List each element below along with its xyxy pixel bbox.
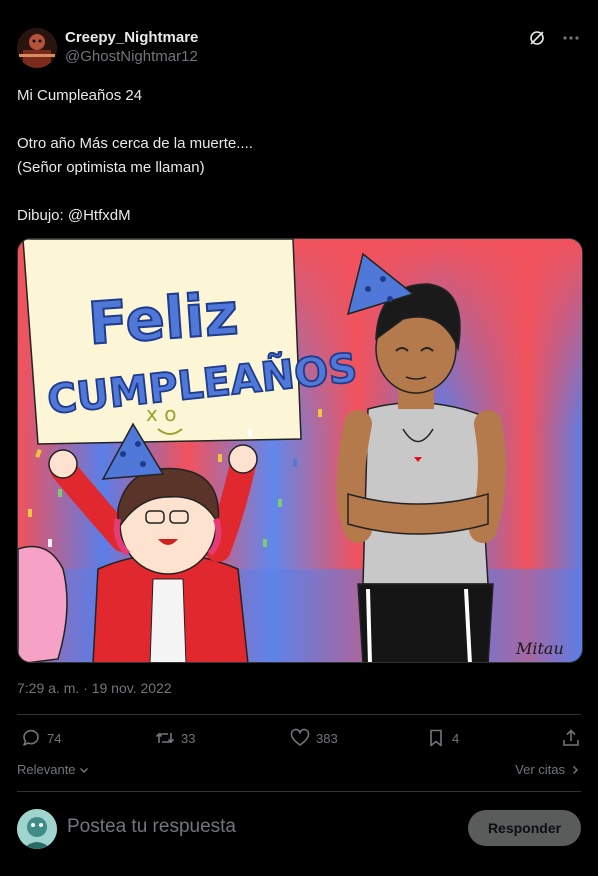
header-actions	[527, 27, 581, 49]
tweet-actions: 74 33 383 4	[17, 728, 581, 752]
like-button[interactable]: 383	[290, 728, 338, 748]
more-options-icon[interactable]	[561, 27, 581, 49]
reply-sort-row: Relevante Ver citas	[17, 762, 581, 782]
reply-composer: Postea tu respuesta Responder	[17, 808, 581, 849]
retweet-icon	[155, 732, 175, 744]
user-avatar[interactable]	[17, 809, 57, 849]
reply-icon	[23, 729, 39, 746]
banner-face: x o	[146, 402, 176, 426]
view-quotes-label: Ver citas	[515, 762, 565, 777]
retweet-count: 33	[181, 730, 196, 746]
reply-count: 74	[47, 730, 62, 746]
author-names: Creepy_Nightmare @GhostNightmar12	[65, 29, 198, 67]
tweet-media-image[interactable]: Feliz CUMPLEAÑOS x o Mitau	[17, 238, 583, 663]
birthday-drawing: Feliz CUMPLEAÑOS x o Mitau	[18, 239, 582, 662]
bookmark-button[interactable]: 4	[426, 728, 459, 748]
sort-label: Relevante	[17, 762, 76, 777]
divider	[17, 791, 581, 792]
share-icon	[563, 729, 579, 746]
divider	[17, 714, 581, 715]
author-handle[interactable]: @GhostNightmar12	[65, 47, 198, 67]
heart-icon	[290, 728, 310, 746]
bookmark-icon	[430, 729, 442, 747]
tweet-timestamp[interactable]: 7:29 a. m. · 19 nov. 2022	[17, 680, 172, 696]
chevron-right-icon	[572, 765, 579, 774]
chevron-down-icon	[79, 767, 88, 773]
tweet-text: Mi Cumpleaños 24 Otro año Más cerca de l…	[17, 87, 253, 224]
author-avatar[interactable]	[17, 28, 57, 68]
reply-submit-button[interactable]: Responder	[468, 810, 581, 846]
reply-button[interactable]: 74	[21, 728, 61, 748]
reply-input[interactable]: Postea tu respuesta	[67, 816, 236, 838]
view-quotes-link[interactable]: Ver citas	[515, 762, 581, 777]
artist-signature: Mitau	[515, 639, 564, 658]
banner-text-feliz: Feliz	[86, 279, 241, 357]
share-button[interactable]	[561, 728, 581, 748]
author-display-name[interactable]: Creepy_Nightmare	[65, 29, 198, 47]
retweet-button[interactable]: 33	[155, 728, 195, 748]
bookmark-count: 4	[452, 730, 460, 746]
tweet-header: Creepy_Nightmare @GhostNightmar12	[17, 27, 581, 71]
grok-icon[interactable]	[527, 27, 547, 49]
like-count: 383	[316, 730, 338, 746]
sort-dropdown[interactable]: Relevante	[17, 762, 90, 777]
